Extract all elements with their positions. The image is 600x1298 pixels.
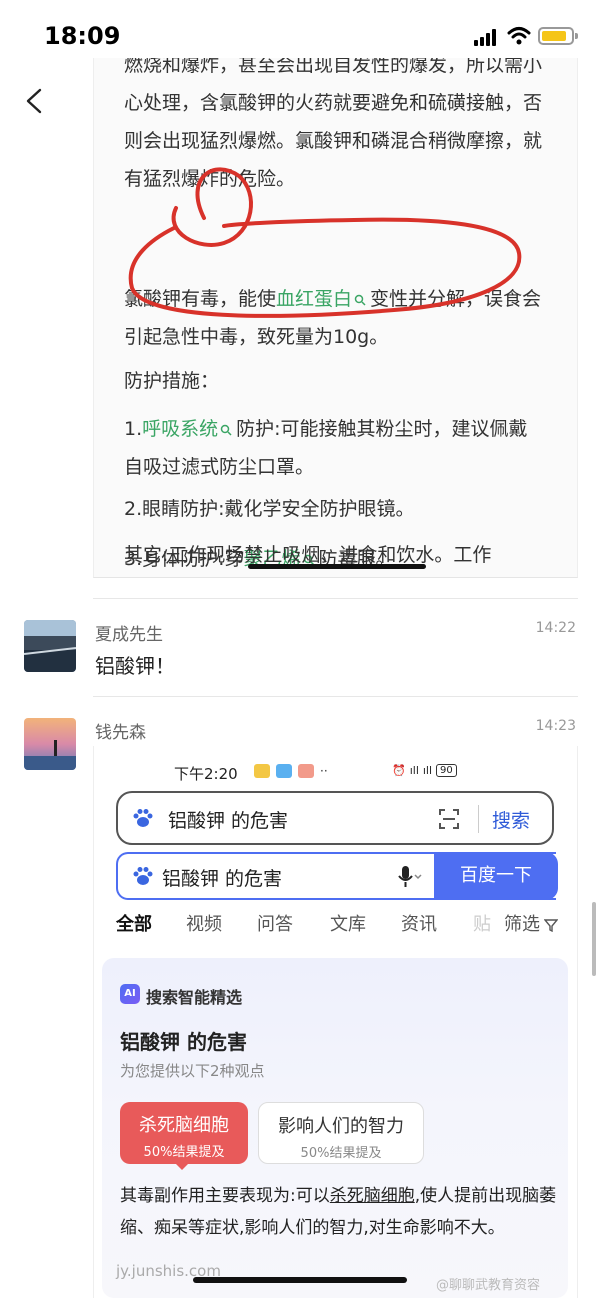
- article-paragraph: 防护措施：: [124, 362, 544, 400]
- link-hemoglobin[interactable]: 血红蛋白: [276, 288, 352, 310]
- ai-answer-panel: AI 搜索智能精选 铝酸钾 的危害 为您提供以下2种观点 杀死脑细胞 50%结果…: [102, 958, 568, 1298]
- tab-all[interactable]: 全部: [116, 910, 152, 936]
- article-paragraph: 2.眼睛防护:戴化学安全防护眼镜。: [124, 490, 544, 528]
- filter-button[interactable]: 筛选: [504, 910, 558, 936]
- ai-icon: AI: [120, 984, 140, 1004]
- article-text: 2.眼睛防护:戴化学安全防护眼镜。: [124, 498, 415, 520]
- search-icon: [354, 294, 366, 306]
- app-icon: [276, 764, 292, 778]
- article-text: 1.: [124, 418, 143, 440]
- viewpoint-chip-affect-intelligence[interactable]: 影响人们的智力 50%结果提及: [258, 1102, 424, 1164]
- more-notifications-icon: ··: [320, 764, 328, 778]
- search-screenshot[interactable]: 下午2:20 ·· ⏰ ıll ıll 90 铝酸钾 的危害 搜索 铝酸钾 的危…: [93, 746, 578, 1298]
- result-tabs: 全部 视频 问答 文库 资讯 贴 筛选: [116, 910, 576, 950]
- battery-level: 90: [436, 764, 457, 777]
- baidu-paw-icon: [133, 867, 153, 885]
- baidu-search-button[interactable]: 百度一下: [434, 852, 558, 900]
- cellular-signal-icon: [474, 28, 500, 46]
- ai-heading: 铝酸钾 的危害: [120, 1030, 247, 1054]
- signal-icon: ıll: [422, 764, 433, 777]
- article-text: 其它:工作现场禁止吸烟、进食和饮水。工作: [124, 544, 492, 566]
- filter-label: 筛选: [504, 914, 540, 935]
- chip-percentage: 50%结果提及: [143, 1145, 225, 1160]
- avatar[interactable]: [24, 620, 76, 672]
- signal-icon: ıll: [409, 764, 419, 777]
- separator: [478, 805, 479, 833]
- link-respiratory-system[interactable]: 呼吸系统: [142, 418, 218, 440]
- ai-panel-title: 搜索智能精选: [146, 988, 243, 1007]
- message-time: 14:22: [535, 620, 576, 636]
- inner-status-right: ⏰ ıll ıll 90: [392, 764, 457, 777]
- search-query[interactable]: 铝酸钾 的危害: [168, 806, 288, 833]
- microphone-icon[interactable]: [396, 865, 422, 889]
- avatar[interactable]: [24, 718, 76, 770]
- tab-tieba[interactable]: 贴: [473, 910, 491, 936]
- chip-label: 影响人们的智力: [278, 1116, 404, 1137]
- message-text[interactable]: 铝酸钾！: [95, 650, 175, 679]
- filter-icon: [544, 919, 558, 932]
- inner-status-bar: 下午2:20 ·· ⏰ ıll ıll 90: [94, 746, 577, 790]
- sender-name: 钱先森: [95, 723, 146, 743]
- article-paragraph: 燃烧和爆炸，甚至会出现自发性的爆发，所以需小心处理，含氯酸钾的火药就要避免和硫磺…: [124, 58, 544, 198]
- ai-answer-text: 其毒副作用主要表现为:可以杀死脑细胞,使人提前出现脑萎缩、痴呆等症状,影响人们的…: [120, 1180, 560, 1244]
- answer-text: 其毒副作用主要表现为:可以: [120, 1186, 330, 1206]
- divider: [93, 598, 578, 599]
- battery-icon: [538, 27, 578, 45]
- home-indicator: [193, 1277, 407, 1283]
- back-icon[interactable]: [20, 86, 50, 116]
- chip-pointer: [174, 1162, 190, 1170]
- tab-video[interactable]: 视频: [186, 910, 222, 936]
- search-icon: [220, 424, 232, 436]
- scan-icon[interactable]: [438, 808, 460, 830]
- inner-status-time: 下午2:20: [174, 765, 238, 783]
- article-text: 燃烧和爆炸，甚至会出现自发性的爆发，所以需小心处理，含氯酸钾的火药就要避免和硫磺…: [124, 58, 543, 190]
- home-indicator: [248, 564, 426, 569]
- article-paragraph: 1.呼吸系统 防护:可能接触其粉尘时，建议佩戴自吸过滤式防尘口罩。: [124, 410, 544, 486]
- message-time: 14:23: [535, 718, 576, 734]
- app-icon: [298, 764, 314, 778]
- tab-qa[interactable]: 问答: [257, 910, 293, 936]
- chip-percentage: 50%结果提及: [300, 1146, 382, 1161]
- article-text: 防护措施：: [124, 370, 220, 392]
- search-bar[interactable]: 铝酸钾 的危害 搜索: [116, 791, 554, 845]
- notification-icons: ··: [254, 764, 328, 778]
- article-text: 氯酸钾有毒，能使: [124, 288, 277, 310]
- scrollbar[interactable]: [592, 902, 596, 976]
- search-query[interactable]: 铝酸钾 的危害: [162, 864, 282, 891]
- divider: [93, 696, 578, 697]
- viewpoint-chip-kill-brain-cells[interactable]: 杀死脑细胞 50%结果提及: [120, 1102, 248, 1164]
- chip-label: 杀死脑细胞: [139, 1115, 229, 1136]
- ai-subtitle: 为您提供以下2种观点: [120, 1062, 265, 1080]
- app-icon: [254, 764, 270, 778]
- article-screenshot[interactable]: 燃烧和爆炸，甚至会出现自发性的爆发，所以需小心处理，含氯酸钾的火药就要避免和硫磺…: [93, 58, 578, 578]
- tab-news[interactable]: 资讯: [401, 910, 437, 936]
- status-time: 18:09: [44, 22, 121, 50]
- baidu-paw-icon: [133, 809, 153, 827]
- watermark: @聊聊武教育资容: [436, 1278, 541, 1293]
- alarm-icon: ⏰: [392, 764, 406, 777]
- sender-name: 夏成先生: [95, 625, 163, 645]
- answer-highlight: 杀死脑细胞: [329, 1186, 415, 1206]
- tab-library[interactable]: 文库: [330, 910, 366, 936]
- wifi-icon: [507, 27, 531, 45]
- search-button[interactable]: 搜索: [492, 806, 530, 833]
- article-paragraph: 氯酸钾有毒，能使血红蛋白 变性并分解，误食会引起急性中毒，致死量为10g。: [124, 280, 544, 356]
